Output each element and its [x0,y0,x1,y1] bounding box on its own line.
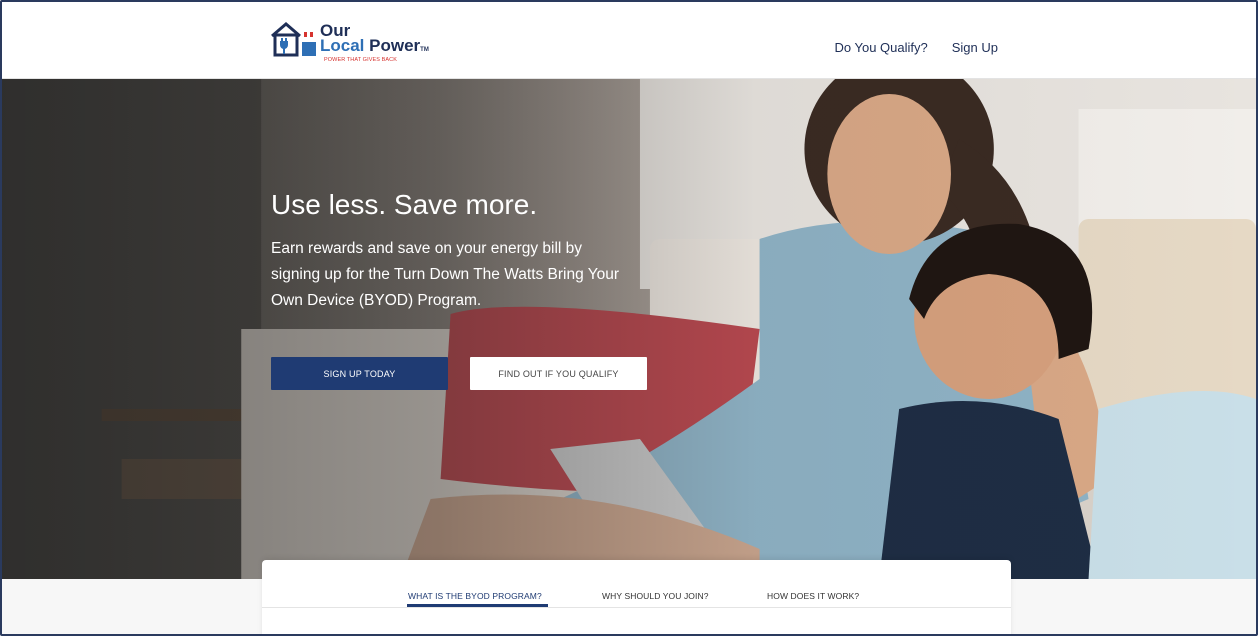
site-header: Our Local PowerTM POWER THAT GIVES BACK … [2,2,1256,79]
hero-banner: Use less. Save more. Earn rewards and sa… [2,79,1256,579]
hero-subtitle: Earn rewards and save on your energy bil… [271,240,620,309]
logo-word-local-power: Local PowerTM [320,36,429,55]
logo-tagline: POWER THAT GIVES BACK [324,57,398,63]
find-out-if-you-qualify-button[interactable]: FIND OUT IF YOU QUALIFY [470,357,647,390]
program-info-card: WHAT IS THE BYOD PROGRAM? WHY SHOULD YOU… [262,560,1011,634]
hero-title: Use less. Save more. [271,189,538,220]
main-nav: Do You Qualify? Sign Up [835,40,998,55]
program-tabs: WHAT IS THE BYOD PROGRAM? WHY SHOULD YOU… [262,560,1011,608]
nav-link-qualify[interactable]: Do You Qualify? [835,40,928,55]
hero-overlay [2,79,1256,579]
house-plug-icon [271,22,316,57]
active-tab-indicator [407,604,548,607]
tab-what-is-byod[interactable]: WHAT IS THE BYOD PROGRAM? [408,591,542,601]
tab-why-join[interactable]: WHY SHOULD YOU JOIN? [602,591,709,601]
site-logo[interactable]: Our Local PowerTM POWER THAT GIVES BACK [268,16,429,66]
browser-viewport: Our Local PowerTM POWER THAT GIVES BACK … [0,0,1258,636]
sign-up-today-button[interactable]: SIGN UP TODAY [271,357,448,390]
nav-link-signup[interactable]: Sign Up [952,40,998,55]
tab-how-it-works[interactable]: HOW DOES IT WORK? [767,591,859,601]
